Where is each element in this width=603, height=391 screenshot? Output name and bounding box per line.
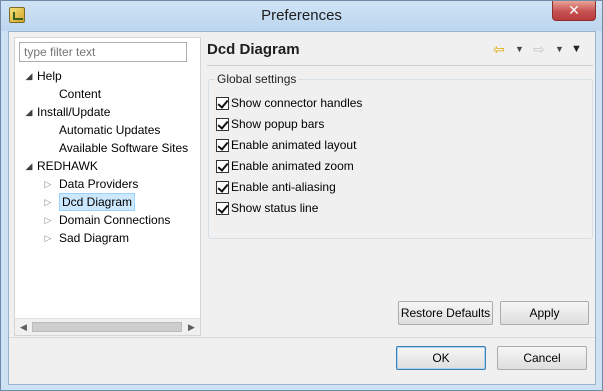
collapsed-twisty-icon[interactable]: ▷ <box>42 175 54 193</box>
setting-label: Show popup bars <box>231 117 325 131</box>
tree-item-label: Help <box>37 69 62 83</box>
tree-item-label: Available Software Sites <box>59 141 189 155</box>
checkbox-checked-icon[interactable] <box>216 97 229 110</box>
checkbox-checked-icon[interactable] <box>216 202 229 215</box>
scroll-left-icon[interactable]: ◀ <box>15 319 32 335</box>
close-button[interactable]: ✕ <box>552 1 596 21</box>
tree-item[interactable]: ◢ Help <box>15 67 200 85</box>
expanded-twisty-icon[interactable]: ◢ <box>23 103 35 121</box>
page-navigation: ⇦ ▼ ⇨ ▼ ▼ <box>493 40 585 58</box>
tree-item[interactable]: ◢ Install/Update <box>15 103 200 121</box>
tree-item-label: Sad Diagram <box>59 231 130 245</box>
tree-item-label: Automatic Updates <box>59 123 161 137</box>
tree-item-label: Install/Update <box>37 105 111 119</box>
footer-separator <box>9 337 595 338</box>
group-title: Global settings <box>215 72 299 86</box>
tree-item[interactable]: ▷ Data Providers <box>15 175 200 193</box>
filter-input[interactable] <box>19 42 187 62</box>
tree-item[interactable]: Content <box>15 85 200 103</box>
tree-item[interactable]: ◢ REDHAWK <box>15 157 200 175</box>
global-settings-group: Global settings Show connector handles Sh… <box>208 72 593 239</box>
tree-item[interactable]: Available Software Sites <box>15 139 200 157</box>
tree-item-label: Dcd Diagram <box>59 193 136 211</box>
forward-arrow-icon[interactable]: ⇨ <box>533 40 545 58</box>
tree-horizontal-scrollbar[interactable]: ◀ ▶ <box>15 318 200 335</box>
checkbox-checked-icon[interactable] <box>216 139 229 152</box>
apply-button[interactable]: Apply <box>500 301 589 325</box>
tree-item[interactable]: Automatic Updates <box>15 121 200 139</box>
expanded-twisty-icon[interactable]: ◢ <box>23 157 35 175</box>
preference-tree-panel: ◢HelpContent◢Install/UpdateAutomatic Upd… <box>14 37 201 336</box>
tree-item-label: Content <box>59 87 102 101</box>
tree-item[interactable]: ▷ Sad Diagram <box>15 229 200 247</box>
tree-item[interactable]: ▷ Domain Connections <box>15 211 200 229</box>
tree-item-label: Domain Connections <box>59 213 171 227</box>
tree-item-label: Data Providers <box>59 177 139 191</box>
tree-item-label: REDHAWK <box>37 159 98 173</box>
back-arrow-icon[interactable]: ⇦ <box>493 40 505 58</box>
window-title: Preferences <box>261 7 342 24</box>
setting-label: Enable anti-aliasing <box>231 180 336 194</box>
cancel-button[interactable]: Cancel <box>497 346 587 370</box>
collapsed-twisty-icon[interactable]: ▷ <box>42 211 54 229</box>
checkbox-checked-icon[interactable] <box>216 181 229 194</box>
setting-label: Enable animated zoom <box>231 159 354 173</box>
setting-label: Show status line <box>231 201 319 215</box>
collapsed-twisty-icon[interactable]: ▷ <box>42 229 54 247</box>
collapsed-twisty-icon[interactable]: ▷ <box>42 193 54 211</box>
tree-item[interactable]: ▷ Dcd Diagram <box>15 193 200 211</box>
title-separator <box>207 65 593 66</box>
preferences-window: Preferences ✕ ◢HelpContent◢Install/Updat… <box>0 0 603 391</box>
scrollbar-thumb[interactable] <box>32 322 182 332</box>
back-history-dropdown-icon[interactable]: ▼ <box>515 40 524 58</box>
page-title: Dcd Diagram <box>207 41 300 58</box>
dialog-client-area: ◢HelpContent◢Install/UpdateAutomatic Upd… <box>8 31 596 385</box>
restore-defaults-button[interactable]: Restore Defaults <box>398 301 493 325</box>
checkbox-checked-icon[interactable] <box>216 160 229 173</box>
setting-label: Show connector handles <box>231 96 363 110</box>
checkbox-checked-icon[interactable] <box>216 118 229 131</box>
title-bar[interactable]: Preferences ✕ <box>1 1 602 31</box>
view-menu-icon[interactable]: ▼ <box>571 40 582 58</box>
ok-button[interactable]: OK <box>396 346 486 370</box>
expanded-twisty-icon[interactable]: ◢ <box>23 67 35 85</box>
setting-label: Enable animated layout <box>231 138 357 152</box>
forward-history-dropdown-icon[interactable]: ▼ <box>555 40 564 58</box>
preference-tree: ◢ Help Content ◢ Install/Update Automatic Upd… <box>15 67 200 247</box>
scroll-right-icon[interactable]: ▶ <box>183 319 200 335</box>
